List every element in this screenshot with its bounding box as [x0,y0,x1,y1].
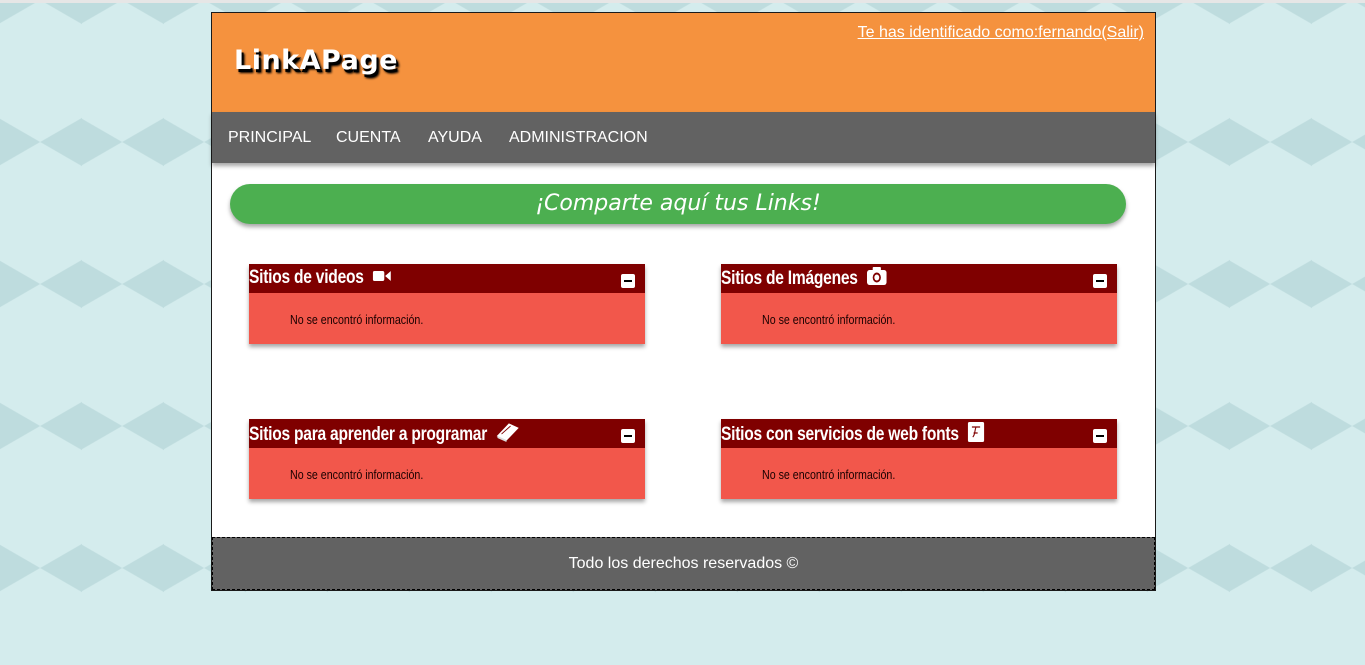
panel-title: Sitios de videos [249,267,391,289]
panel-title: Sitios para aprender a programar [249,422,519,448]
panel-title: Sitios de Imágenes [721,267,887,291]
panel-webfonts: Sitios con servicios de web fonts No se … [721,419,1117,499]
panel-title: Sitios con servicios de web fonts [721,422,985,448]
page-container: LinkAPage Te has identificado como:ferna… [211,12,1156,591]
empty-message: No se encontró información. [290,467,424,482]
nav-item-cuenta[interactable]: CUENTA [336,129,401,147]
collapse-button[interactable] [621,429,635,443]
video-camera-icon [372,267,391,289]
empty-message: No se encontró información. [762,467,896,482]
font-icon [967,422,985,448]
panel-header: Sitios para aprender a programar [249,419,645,448]
nav-item-administracion[interactable]: ADMINISTRACION [509,129,648,147]
panel-title-text: Sitios de Imágenes [721,268,858,290]
panel-videos: Sitios de videos No se encontró informac… [249,264,645,344]
panel-programming: Sitios para aprender a programar No se e… [249,419,645,499]
logout-link[interactable]: Te has identificado como:fernando(Salir) [858,24,1144,42]
site-header: LinkAPage Te has identificado como:ferna… [212,13,1155,112]
collapse-button[interactable] [621,274,635,288]
empty-message: No se encontró información. [762,312,896,327]
panel-title-text: Sitios para aprender a programar [249,424,488,446]
share-links-banner: ¡Comparte aquí tus Links! [230,184,1126,224]
panel-header: Sitios de Imágenes [721,264,1117,293]
collapse-button[interactable] [1093,274,1107,288]
nav-item-ayuda[interactable]: AYUDA [428,129,482,147]
main-nav: PRINCIPAL CUENTA AYUDA ADMINISTRACION [212,112,1155,163]
panel-header: Sitios con servicios de web fonts [721,419,1117,448]
panel-images: Sitios de Imágenes No se encontró inform… [721,264,1117,344]
book-icon [496,422,519,448]
site-footer: Todo los derechos reservados © [212,537,1155,590]
panel-title-text: Sitios de videos [249,267,364,289]
panel-title-text: Sitios con servicios de web fonts [721,424,959,446]
browser-top-edge [0,0,1365,3]
empty-message: No se encontró información. [290,312,424,327]
collapse-button[interactable] [1093,429,1107,443]
camera-icon [866,267,887,291]
panel-header: Sitios de videos [249,264,645,293]
site-logo[interactable]: LinkAPage [234,45,398,76]
nav-item-principal[interactable]: PRINCIPAL [228,129,311,147]
